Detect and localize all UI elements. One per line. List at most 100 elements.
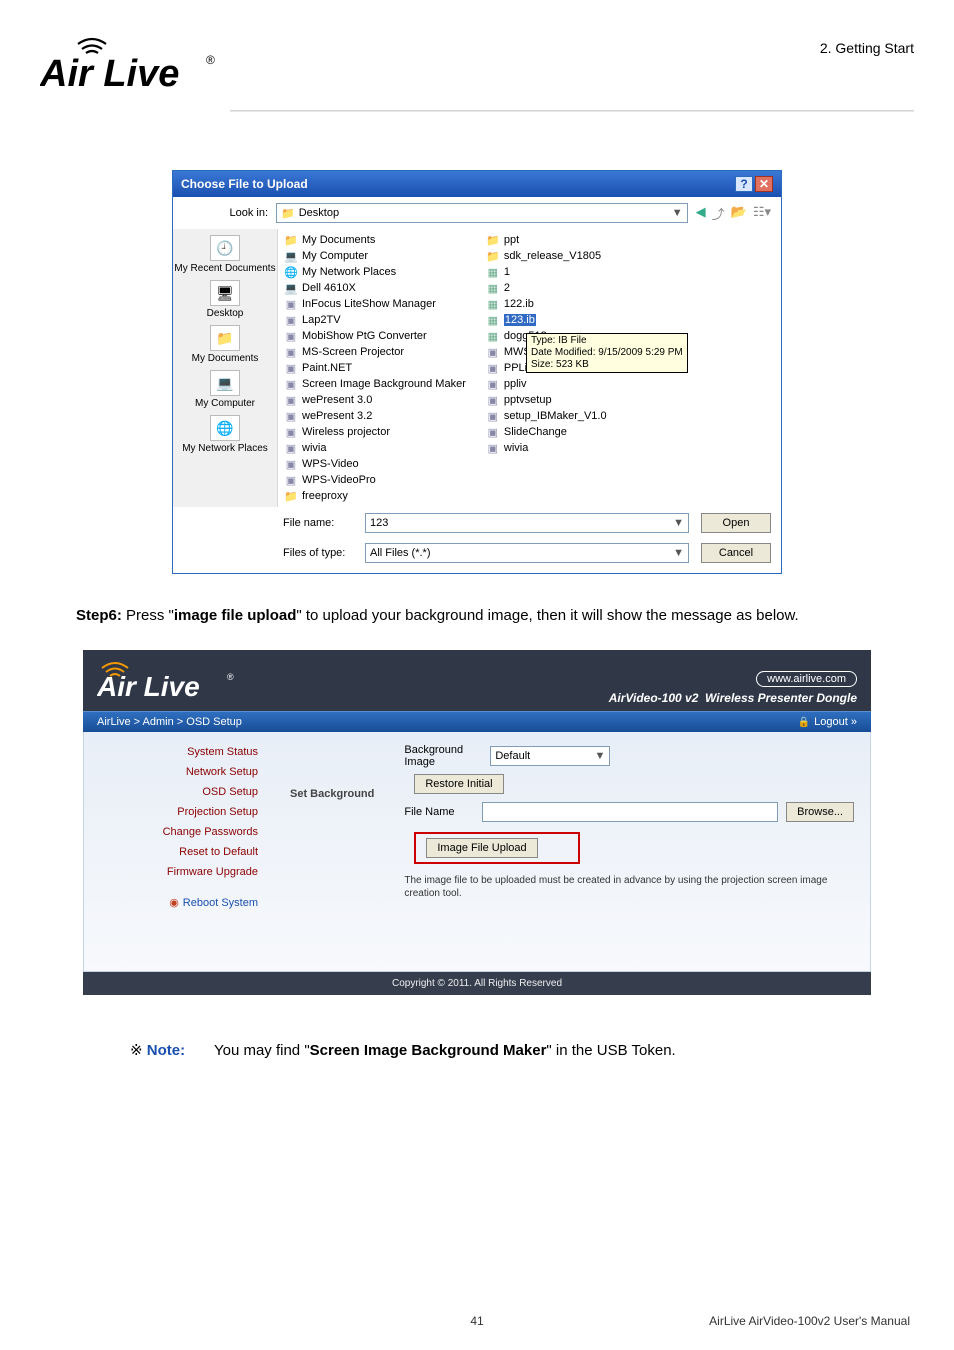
svg-text:®: ® [206, 53, 215, 67]
app-icon: ▣ [284, 425, 298, 439]
app-icon: ▣ [284, 393, 298, 407]
help-button[interactable]: ? [735, 176, 753, 192]
web-console: Air Live ® www.airlive.com AirVideo-100 … [83, 650, 871, 995]
file-item[interactable]: ▣InFocus LiteShow Manager [284, 297, 466, 311]
new-folder-icon[interactable]: 📂 [731, 204, 747, 223]
app-icon: ▣ [284, 457, 298, 471]
file-icon: ▦ [486, 281, 500, 295]
folder-icon: 📁 [486, 233, 500, 247]
app-icon: ▣ [284, 377, 298, 391]
network-icon: 🌐 [284, 265, 298, 279]
page-number: 41 [470, 1314, 483, 1328]
product-sub: Wireless Presenter Dongle [705, 691, 857, 705]
side-projection-setup[interactable]: Projection Setup [100, 806, 258, 818]
file-item[interactable]: 📁sdk_release_V1805 [486, 249, 607, 263]
file-item[interactable]: ▣WPS-Video [284, 457, 466, 471]
file-item[interactable]: ▦123.ib [486, 313, 607, 327]
file-item[interactable]: ▣WPS-VideoPro [284, 473, 466, 487]
sidebar: System Status Network Setup OSD Setup Pr… [84, 732, 274, 971]
cancel-button[interactable]: Cancel [701, 543, 771, 563]
filetype-label: Files of type: [283, 547, 353, 559]
side-reboot[interactable]: Reboot System [100, 896, 258, 909]
image-upload-button[interactable]: Image File Upload [426, 838, 537, 858]
file-item[interactable]: 💻Dell 4610X [284, 281, 466, 295]
view-icon[interactable]: ☷▾ [753, 204, 771, 223]
console-footer: Copyright © 2011. All Rights Reserved [83, 972, 871, 995]
place-recent[interactable]: 🕘My Recent Documents [174, 235, 275, 274]
file-chooser-dialog: Choose File to Upload ? ✕ Look in: 📁 Des… [172, 170, 782, 574]
file-item[interactable]: ▦1 [486, 265, 607, 279]
file-item[interactable]: ▣wivia [486, 441, 607, 455]
app-icon: ▣ [284, 473, 298, 487]
app-icon: ▣ [486, 409, 500, 423]
side-reset-default[interactable]: Reset to Default [100, 846, 258, 858]
footer-text: AirLive AirVideo-100v2 User's Manual [709, 1314, 910, 1328]
side-change-passwords[interactable]: Change Passwords [100, 826, 258, 838]
app-icon: ▣ [284, 345, 298, 359]
app-icon: ▣ [284, 361, 298, 375]
browse-button[interactable]: Browse... [786, 802, 854, 822]
bg-image-select[interactable]: Default▼ [490, 746, 610, 766]
file-item[interactable]: ▦122.ib [486, 297, 607, 311]
lookin-select[interactable]: 📁 Desktop ▼ [276, 203, 688, 223]
place-mynetwork[interactable]: 🌐My Network Places [182, 415, 268, 454]
file-item[interactable]: 🌐My Network Places [284, 265, 466, 279]
file-item[interactable]: 📁My Documents [284, 233, 466, 247]
file-item[interactable]: ▣ppliv [486, 377, 607, 391]
svg-text:Air Live: Air Live [97, 671, 200, 700]
logout-link[interactable]: Logout » [798, 716, 857, 728]
computer-icon: 💻 [284, 281, 298, 295]
close-button[interactable]: ✕ [755, 176, 773, 192]
file-item[interactable]: 📁ppt [486, 233, 607, 247]
place-mydocs[interactable]: 📁My Documents [192, 325, 259, 364]
file-item[interactable]: ▣setup_IBMaker_V1.0 [486, 409, 607, 423]
chevron-down-icon: ▼ [594, 750, 605, 762]
file-item[interactable]: ▦2 [486, 281, 607, 295]
filename-label: File name: [283, 517, 353, 529]
file-item[interactable]: ▣Screen Image Background Maker [284, 377, 466, 391]
place-desktop[interactable]: 🖥Desktop [207, 280, 244, 319]
chevron-down-icon: ▼ [672, 207, 683, 219]
place-mycomputer[interactable]: 💻My Computer [195, 370, 255, 409]
file-item[interactable]: ▣pptvsetup [486, 393, 607, 407]
file-item[interactable]: 💻My Computer [284, 249, 466, 263]
file-item[interactable]: ▣SlideChange [486, 425, 607, 439]
open-button[interactable]: Open [701, 513, 771, 533]
file-item[interactable]: ▣wePresent 3.2 [284, 409, 466, 423]
header-rule [230, 110, 914, 112]
file-item[interactable]: ▣MobiShow PtG Converter [284, 329, 466, 343]
folder-icon: 📁 [486, 249, 500, 263]
file-item[interactable]: ▣wePresent 3.0 [284, 393, 466, 407]
filename-input[interactable]: 123▼ [365, 513, 689, 533]
brand-url[interactable]: www.airlive.com [756, 671, 857, 687]
app-icon: ▣ [486, 425, 500, 439]
app-icon: ▣ [486, 441, 500, 455]
side-system-status[interactable]: System Status [100, 746, 258, 758]
file-item[interactable]: ▣Wireless projector [284, 425, 466, 439]
back-icon[interactable]: ◀ [696, 204, 706, 223]
app-icon: ▣ [284, 313, 298, 327]
chevron-down-icon: ▼ [673, 517, 684, 529]
dialog-title: Choose File to Upload [181, 177, 308, 191]
file-item[interactable]: ▣wivia [284, 441, 466, 455]
chapter-label: 2. Getting Start [820, 40, 914, 56]
file-tooltip: Type: IB File Date Modified: 9/15/2009 5… [526, 333, 688, 373]
file-list[interactable]: 📁My Documents 💻My Computer 🌐My Network Pla… [278, 229, 781, 507]
up-folder-icon[interactable]: ⤴ [712, 204, 725, 223]
side-firmware-upgrade[interactable]: Firmware Upgrade [100, 866, 258, 878]
file-item[interactable]: ▣MS-Screen Projector [284, 345, 466, 359]
file-item[interactable]: ▣Paint.NET [284, 361, 466, 375]
app-icon: ▣ [486, 377, 500, 391]
restore-initial-button[interactable]: Restore Initial [414, 774, 503, 794]
file-name-input[interactable] [482, 802, 778, 822]
breadcrumb: AirLive > Admin > OSD Setup [97, 716, 242, 728]
file-item[interactable]: 📁freeproxy [284, 489, 466, 503]
side-osd-setup[interactable]: OSD Setup [100, 786, 258, 798]
file-icon: ▦ [486, 313, 500, 327]
note-line: ※ Note: You may find "Screen Image Backg… [130, 1041, 878, 1059]
side-network-setup[interactable]: Network Setup [100, 766, 258, 778]
app-icon: ▣ [284, 441, 298, 455]
file-item[interactable]: ▣Lap2TV [284, 313, 466, 327]
filetype-select[interactable]: All Files (*.*)▼ [365, 543, 689, 563]
file-icon: ▦ [486, 297, 500, 311]
